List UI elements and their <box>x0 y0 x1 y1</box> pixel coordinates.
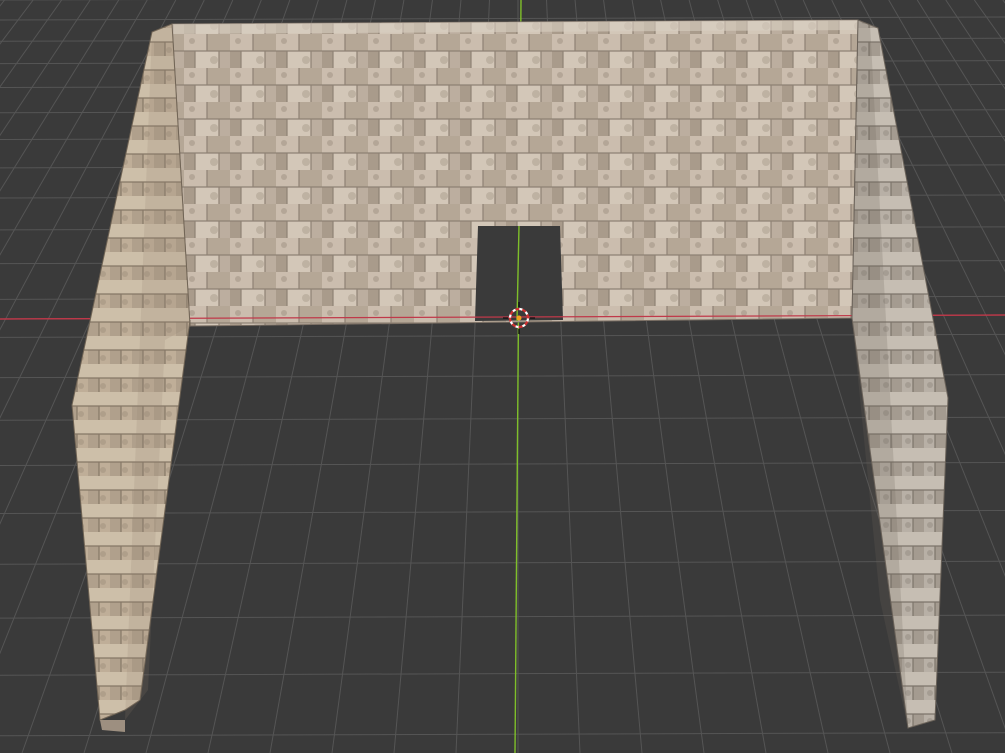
3d-viewport[interactable] <box>0 0 1005 753</box>
object-origin-dot <box>516 315 522 321</box>
